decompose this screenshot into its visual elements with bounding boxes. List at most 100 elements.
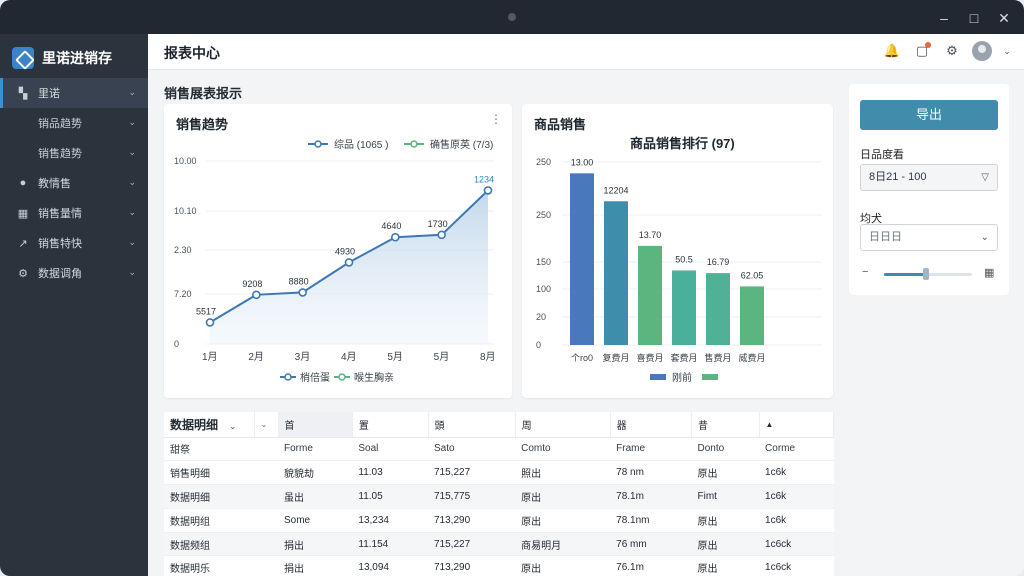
data-label: 16.79 <box>707 257 730 267</box>
zoom-slider[interactable]: − ▦ <box>860 266 998 282</box>
table-cell: 原出 <box>515 508 611 533</box>
tab-data-detail[interactable]: 数据明细 ⌄ <box>164 412 255 438</box>
sidebar-item[interactable]: 销售趋势 ⌄ <box>0 138 148 168</box>
chevron-down-icon: ⌄ <box>128 177 136 187</box>
date-range-select[interactable]: 8日21 - 100 ▽ <box>860 164 998 191</box>
chevron-down-icon: ⌄ <box>980 232 989 243</box>
sidebar-item[interactable]: ● 教情售 ⌄ <box>0 168 148 198</box>
legend-swatch <box>702 374 718 380</box>
top-bar: 报表中心 🔔 ▢ ⚙ ⌄ <box>148 34 1024 70</box>
column-header[interactable]: 頭 <box>428 412 516 438</box>
table-cell: 商易明月 <box>515 532 611 557</box>
table-cell: 捐出 <box>278 555 353 576</box>
legend-marker <box>314 140 322 148</box>
close-icon[interactable]: ✕ <box>994 8 1014 28</box>
table-row[interactable]: 甜祭 Forme Soal Sato Comto Frame Donto Corme <box>164 437 834 462</box>
y-tick-label: 10.10 <box>174 206 197 216</box>
gear-icon[interactable]: ⚙ <box>942 41 962 61</box>
table-cell: Corme <box>759 437 834 462</box>
chevron-down-icon[interactable]: ⌄ <box>254 412 279 438</box>
table-cell: 数据明细 <box>164 484 278 509</box>
data-point <box>205 318 215 327</box>
bell-icon[interactable]: 🔔 <box>882 41 902 61</box>
brand[interactable]: 里诺进销存 <box>12 42 144 74</box>
data-point <box>344 258 354 267</box>
data-label: 8880 <box>289 276 309 286</box>
sidebar-item[interactable]: ⚙ 数据调角 ⌄ <box>0 258 148 288</box>
column-header[interactable]: 昔 <box>691 412 760 438</box>
bar <box>706 273 730 345</box>
filter-panel: 导出 日品度看 8日21 - 100 ▽ 均犬 日日日 ⌄ − ▦ <box>849 84 1009 295</box>
data-label: 1730 <box>428 219 448 229</box>
table-cell: Fimt <box>691 484 760 509</box>
table-row[interactable]: 数据明乐 捐出 13,094 713,290 原出 76.1m 原出 1c6ck <box>164 555 834 576</box>
column-header[interactable]: 首 <box>278 412 353 438</box>
minimize-icon[interactable]: – <box>934 8 954 28</box>
y-tick-label: 0 <box>174 339 179 349</box>
table-cell: 13,234 <box>352 508 428 533</box>
date-range-value: 8日21 - 100 <box>869 171 927 183</box>
table-cell: 1c6ck <box>759 532 834 557</box>
sort-icon[interactable]: ▲ <box>759 412 835 438</box>
table-cell: 11.154 <box>352 532 428 557</box>
legend-label: 确售原英 (7/3) <box>430 138 493 151</box>
sidebar-item[interactable]: ↗ 销售特快 ⌄ <box>0 228 148 258</box>
avatar[interactable] <box>972 41 992 61</box>
x-tick-label: 5月 <box>387 351 403 363</box>
table-cell: 76.1m <box>610 555 692 576</box>
x-tick-label: 1月 <box>202 351 218 363</box>
table-cell: 照出 <box>515 460 611 486</box>
sidebar-item[interactable]: 销品趋势 ⌄ <box>0 108 148 138</box>
table-cell: 78 nm <box>610 460 692 486</box>
table-cell: 713,290 <box>428 508 516 533</box>
bar <box>672 270 696 345</box>
line-chart: 0 7.20 2.30 10.10 10.00 5517 9208 8880 4930 4640 1… <box>174 138 496 384</box>
table-cell: Sato <box>428 437 516 462</box>
table-row[interactable]: 销售明细 貌貌劫 11.03 715,227 照出 78 nm 原出 1c6k <box>164 460 834 486</box>
logo-icon <box>12 47 34 69</box>
sidebar-item-label: 教情售 <box>38 178 71 190</box>
message-icon[interactable]: ▢ <box>912 41 932 61</box>
type-select[interactable]: 日日日 ⌄ <box>860 224 998 251</box>
data-label: 1234 <box>474 174 494 184</box>
chevron-down-icon: ⌄ <box>128 267 136 277</box>
slider-handle[interactable] <box>923 268 929 280</box>
trend-icon: ↗ <box>18 237 28 250</box>
maximize-icon[interactable]: □ <box>964 8 984 28</box>
chart-title: 商品销售排行 (97) <box>630 136 735 151</box>
table-cell: 销售明细 <box>164 460 278 486</box>
y-tick-label: 2.30 <box>174 245 192 255</box>
sidebar: 里诺进销存 ▚ 里诺 ⌄ 销品趋势 ⌄ 销售趋势 ⌄ ● 教情售 ⌄ ▦ 销售量情 ⌄ ↗ 销售特快 ⌄ ⚙ 数据… <box>0 34 148 576</box>
data-label: 4930 <box>335 246 355 256</box>
sidebar-item-label: 销品趋势 <box>38 118 82 130</box>
sidebar-item[interactable]: ▚ 里诺 ⌄ <box>0 78 148 108</box>
table-row[interactable]: 数据频组 捐出 11.154 715,227 商易明月 76 mm 原出 1c6ck <box>164 532 834 557</box>
notification-dot <box>925 42 931 48</box>
legend-swatch <box>650 374 666 380</box>
bar <box>604 201 628 345</box>
table-cell: 原出 <box>691 532 760 557</box>
legend-label: 喉生胸亲 <box>354 371 394 384</box>
x-tick-label: 售费月 <box>704 352 731 363</box>
column-header[interactable]: 器 <box>610 412 692 438</box>
column-header[interactable]: 周 <box>515 412 611 438</box>
data-label: 9208 <box>242 279 262 289</box>
legend-marker <box>338 373 346 381</box>
bar <box>638 245 662 345</box>
table-row[interactable]: 数据明细 虽出 11.05 715,775 原出 78.1m Fimt 1c6k <box>164 484 834 509</box>
data-label: 50.5 <box>675 254 693 264</box>
column-header[interactable]: 置 <box>352 412 429 438</box>
chevron-down-icon[interactable]: ⌄ <box>1002 41 1012 61</box>
sidebar-item[interactable]: ▦ 销售量情 ⌄ <box>0 198 148 228</box>
minus-icon[interactable]: − <box>862 266 868 278</box>
type-value: 日日日 <box>869 231 902 243</box>
chevron-down-icon: ⌄ <box>128 147 136 157</box>
table-cell: 76 mm <box>610 532 692 557</box>
table-cell: 虽出 <box>278 484 353 509</box>
grid-icon[interactable]: ▦ <box>984 266 994 279</box>
y-tick-label: 7.20 <box>174 289 192 299</box>
y-tick-label: 250 <box>536 210 551 220</box>
y-tick-label: 0 <box>536 340 541 350</box>
export-button[interactable]: 导出 <box>860 100 998 130</box>
table-row[interactable]: 数据明组 Some 13,234 713,290 原出 78.1nm 原出 1c6k <box>164 508 834 533</box>
